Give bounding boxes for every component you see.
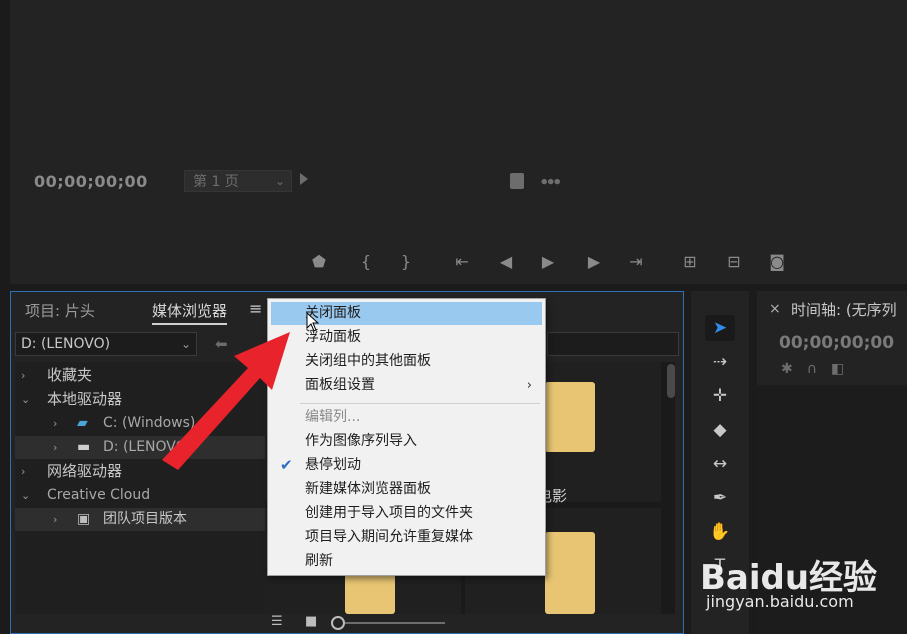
mark-out-icon[interactable]: } [394, 252, 418, 271]
menu-item-create-import-folders[interactable]: 创建用于导入项目的文件夹 [271, 502, 542, 525]
menu-item-hover-scrub[interactable]: ✔ 悬停划动 [271, 454, 542, 477]
baidu-watermark-url: jingyan.baidu.com [706, 592, 854, 611]
chevron-down-icon: ⌄ [21, 393, 31, 406]
path-bar[interactable] [547, 332, 679, 356]
menu-separator [300, 403, 540, 404]
tree-item-label: Creative Cloud [47, 487, 151, 503]
close-icon[interactable]: × [769, 301, 781, 317]
play-small-icon[interactable] [300, 173, 308, 185]
selection-tool-icon[interactable]: ➤ [705, 315, 735, 341]
audio-wave-icon[interactable]: ⦁⦁⦁ [541, 174, 561, 189]
menu-item-allow-duplicate-media[interactable]: 项目导入期间允许重复媒体 [271, 526, 542, 549]
drive-icon: ▰ [77, 415, 88, 431]
chevron-right-icon: › [53, 441, 58, 454]
ripple-edit-tool-icon[interactable]: ✛ [705, 383, 735, 409]
hand-tool-icon[interactable]: ✋ [705, 519, 735, 545]
step-back-icon[interactable]: ◀ [494, 252, 518, 271]
step-forward-icon[interactable]: ▶ [582, 252, 606, 271]
menu-item-label: 作为图像序列导入 [305, 433, 417, 449]
slip-tool-icon[interactable]: ↔ [705, 451, 735, 477]
go-to-in-icon[interactable]: ⇤ [450, 252, 474, 271]
scrollbar-thumb[interactable] [667, 364, 675, 398]
program-monitor [0, 0, 907, 284]
add-marker-icon[interactable]: ⬟ [307, 252, 331, 271]
menu-item-label: 编辑列... [305, 409, 361, 425]
insert-icon[interactable]: ⊞ [678, 252, 702, 271]
export-frame-icon[interactable] [510, 173, 524, 189]
menu-item-close-other-panels[interactable]: 关闭组中的其他面板 [271, 350, 542, 373]
menu-item-new-media-browser[interactable]: 新建媒体浏览器面板 [271, 478, 542, 501]
menu-item-edit-columns: 编辑列... [271, 406, 542, 429]
menu-item-label: 关闭组中的其他面板 [305, 353, 431, 369]
tree-item-label: 网络驱动器 [47, 462, 123, 480]
linked-selection-icon[interactable]: ◧ [831, 361, 858, 377]
menu-item-refresh[interactable]: 刷新 [271, 550, 542, 573]
chevron-right-icon: › [21, 465, 26, 478]
mouse-cursor-icon [306, 312, 320, 332]
timeline-toolbar: ✱∩◧ [781, 361, 858, 377]
chevron-right-icon: › [53, 417, 58, 430]
view-controls: ☰ ■ [265, 614, 675, 634]
zoom-slider-track[interactable] [345, 622, 445, 624]
drive-icon: ▬ [77, 439, 91, 455]
page-select-label: 第 1 页 [193, 174, 239, 190]
play-icon[interactable]: ▶ [536, 252, 560, 271]
list-view-icon[interactable]: ☰ [271, 614, 283, 629]
menu-item-label: 新建媒体浏览器面板 [305, 481, 431, 497]
menu-item-label: 悬停划动 [305, 457, 361, 473]
menu-item-import-image-sequence[interactable]: 作为图像序列导入 [271, 430, 542, 453]
nest-icon[interactable]: ✱ [781, 361, 807, 377]
mark-in-icon[interactable]: { [354, 252, 378, 271]
chevron-right-icon: › [21, 369, 26, 382]
monitor-timecode[interactable]: 00;00;00;00 [34, 172, 148, 191]
chevron-down-icon: ⌄ [21, 489, 31, 502]
tree-item-creative-cloud[interactable]: ⌄ Creative Cloud [15, 484, 265, 507]
chevron-right-icon: › [526, 378, 532, 393]
menu-item-label: 面板组设置 [305, 377, 375, 393]
menu-item-label: 项目导入期间允许重复媒体 [305, 529, 473, 545]
timeline-title[interactable]: 时间轴: (无序列 [791, 299, 897, 320]
page-select[interactable]: 第 1 页 ⌄ [184, 170, 292, 192]
folder-icon [545, 382, 595, 452]
panel-context-menu: 关闭面板 浮动面板 关闭组中的其他面板 面板组设置 › 编辑列... 作为图像序… [267, 298, 546, 576]
overwrite-icon[interactable]: ⊟ [722, 252, 746, 271]
tree-item-team-projects[interactable]: › ▣ 团队项目版本 [15, 508, 265, 531]
tab-project[interactable]: 项目: 片头 [25, 300, 95, 321]
red-arrow-annotation-icon [162, 332, 290, 470]
go-to-out-icon[interactable]: ⇥ [624, 252, 648, 271]
chevron-down-icon: ⌄ [274, 174, 285, 188]
icon-view-icon[interactable]: ■ [305, 614, 317, 629]
zoom-slider-handle[interactable] [331, 616, 345, 630]
camera-icon[interactable]: ◙ [765, 252, 789, 271]
drive-select-value: D: (LENOVO) [21, 336, 111, 352]
tree-item-label: 团队项目版本 [103, 511, 187, 527]
team-project-icon: ▣ [77, 511, 91, 527]
menu-item-panel-group-settings[interactable]: 面板组设置 › [271, 374, 542, 397]
panel-divider [0, 0, 10, 284]
razor-tool-icon[interactable]: ◆ [705, 417, 735, 443]
tree-item-label: 本地驱动器 [47, 390, 123, 408]
menu-item-label: 刷新 [305, 553, 333, 569]
track-select-tool-icon[interactable]: ⇢ [705, 349, 735, 375]
snap-icon[interactable]: ∩ [807, 361, 831, 377]
menu-item-label: 创建用于导入项目的文件夹 [305, 505, 473, 521]
chevron-right-icon: › [53, 513, 58, 526]
tree-item-label: 收藏夹 [47, 366, 93, 384]
folder-icon [545, 532, 595, 614]
timeline-timecode[interactable]: 00;00;00;00 [779, 333, 894, 353]
pen-tool-icon[interactable]: ✒ [705, 485, 735, 511]
